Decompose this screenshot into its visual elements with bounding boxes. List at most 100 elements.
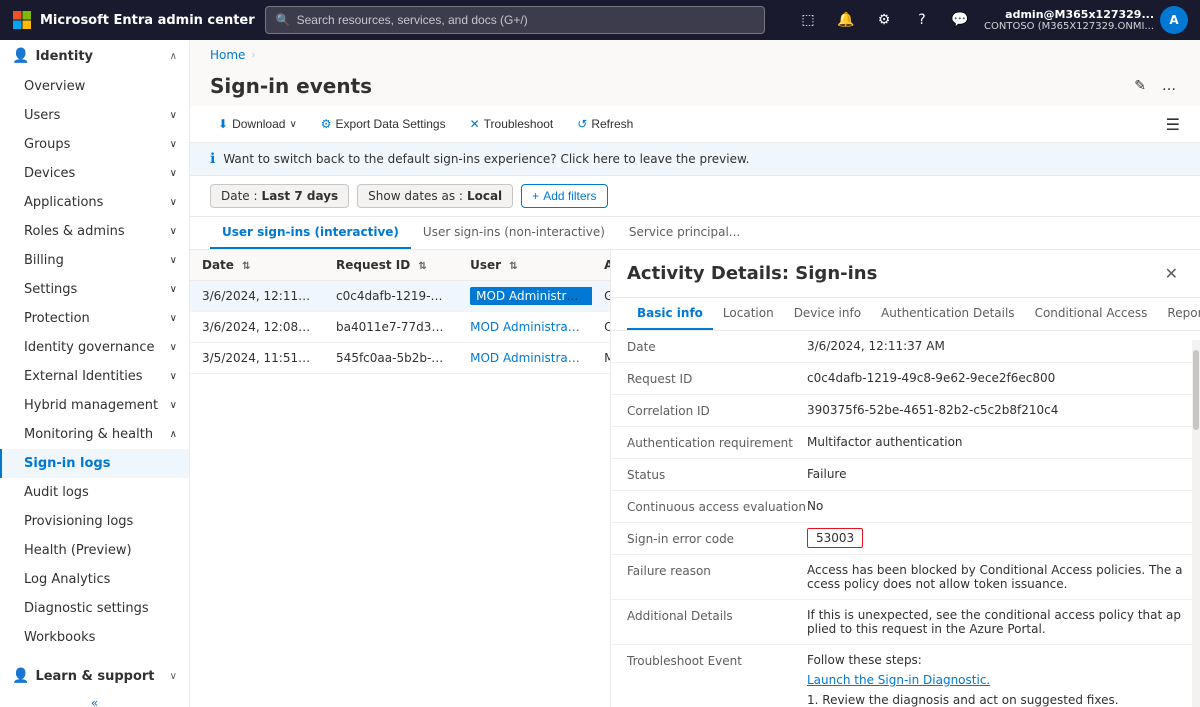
applications-chevron-icon: ∨ <box>170 197 177 208</box>
sidebar-item-users[interactable]: Users ∨ <box>0 101 189 130</box>
tab-non-interactive[interactable]: User sign-ins (non-interactive) <box>411 217 617 249</box>
sidebar-item-diagnostic-settings[interactable]: Diagnostic settings <box>0 594 189 623</box>
sidebar-item-health-preview[interactable]: Health (Preview) <box>0 536 189 565</box>
help-icon[interactable]: ? <box>908 6 936 34</box>
edit-icon[interactable]: ✎ <box>1130 74 1150 98</box>
panel-tab-report-only[interactable]: Report-only <box>1157 298 1200 330</box>
add-filter-label: Add filters <box>543 189 596 203</box>
sidebar-item-roles[interactable]: Roles & admins ∨ <box>0 217 189 246</box>
sidebar-item-devices[interactable]: Devices ∨ <box>0 159 189 188</box>
search-input[interactable] <box>297 13 754 27</box>
row2-user: MOD Administrator <box>458 312 592 343</box>
add-filters-button[interactable]: + Add filters <box>521 184 607 208</box>
detail-label-status: Status <box>627 467 807 482</box>
settings-chevron-icon: ∨ <box>170 284 177 295</box>
panel-tab-location-label: Location <box>723 306 774 320</box>
sidebar-item-applications-label: Applications <box>24 195 103 210</box>
identity-section-icon: 👤 <box>12 48 29 64</box>
sidebar-item-monitoring[interactable]: Monitoring & health ∧ <box>0 420 189 449</box>
sidebar-item-diagnostic-settings-label: Diagnostic settings <box>24 601 149 616</box>
portal-settings-icon[interactable]: ⬚ <box>794 6 822 34</box>
microsoft-logo-icon <box>12 10 32 30</box>
user-tenant: CONTOSO (M365X127329.ONMI... <box>984 21 1154 32</box>
launch-diagnostic-link[interactable]: Launch the Sign-in Diagnostic. <box>807 673 990 687</box>
feedback-icon[interactable]: 💬 <box>946 6 974 34</box>
sidebar-item-protection[interactable]: Protection ∨ <box>0 304 189 333</box>
download-button[interactable]: ⬇ Download ∨ <box>210 112 305 136</box>
sidebar: 👤 Identity ∧ Overview Users ∨ Groups ∨ D… <box>0 40 190 707</box>
sidebar-section-identity[interactable]: 👤 Identity ∧ <box>0 40 189 72</box>
col-request-id[interactable]: Request ID ⇅ <box>324 250 458 281</box>
hybrid-management-chevron-icon: ∨ <box>170 400 177 411</box>
panel-header: Activity Details: Sign-ins ✕ <box>611 250 1200 298</box>
show-dates-value: Local <box>467 189 502 203</box>
show-dates-filter-chip[interactable]: Show dates as : Local <box>357 184 513 208</box>
date-filter-chip[interactable]: Date : Last 7 days <box>210 184 349 208</box>
sidebar-item-settings[interactable]: Settings ∨ <box>0 275 189 304</box>
protection-chevron-icon: ∨ <box>170 313 177 324</box>
sidebar-item-identity-governance-label: Identity governance <box>24 340 155 355</box>
error-code-badge: 53003 <box>807 528 863 548</box>
detail-value-continuous-access: No <box>807 499 1184 513</box>
sidebar-item-overview[interactable]: Overview <box>0 72 189 101</box>
sidebar-collapse-icon[interactable]: « <box>91 696 98 707</box>
row1-user-link[interactable]: MOD Administrator <box>470 287 592 305</box>
user-avatar[interactable]: A <box>1160 6 1188 34</box>
sidebar-section-learn-support[interactable]: 👤 Learn & support ∨ <box>0 660 189 692</box>
sidebar-item-sign-in-logs-label: Sign-in logs <box>24 456 110 471</box>
detail-row-failure-reason: Failure reason Access has been blocked b… <box>611 555 1200 600</box>
refresh-button[interactable]: ↺ Refresh <box>569 112 641 136</box>
more-options-icon[interactable]: … <box>1158 74 1180 98</box>
page-title: Sign-in events <box>210 74 372 98</box>
panel-close-button[interactable]: ✕ <box>1159 262 1184 285</box>
settings-icon[interactable]: ⚙ <box>870 6 898 34</box>
user-info[interactable]: admin@M365x127329... CONTOSO (M365X12732… <box>984 6 1188 34</box>
col-user[interactable]: User ⇅ <box>458 250 592 281</box>
panel-tab-location[interactable]: Location <box>713 298 784 330</box>
user-sort-icon: ⇅ <box>509 261 517 272</box>
sidebar-item-sign-in-logs[interactable]: Sign-in logs <box>0 449 189 478</box>
panel-tab-device-info[interactable]: Device info <box>784 298 871 330</box>
panel-content: Date 3/6/2024, 12:11:37 AM Request ID c0… <box>611 331 1200 707</box>
col-app[interactable]: Applica... <box>592 250 610 281</box>
sidebar-item-identity-governance[interactable]: Identity governance ∨ <box>0 333 189 362</box>
sidebar-item-overview-label: Overview <box>24 79 85 94</box>
tab-non-interactive-label: User sign-ins (non-interactive) <box>423 225 605 239</box>
detail-label-date: Date <box>627 339 807 354</box>
sidebar-item-devices-label: Devices <box>24 166 75 181</box>
sidebar-item-log-analytics[interactable]: Log Analytics <box>0 565 189 594</box>
add-filter-icon: + <box>532 189 539 203</box>
table-row[interactable]: 3/5/2024, 11:51:24 PM 545fc0aa-5b2b-47aa… <box>190 343 610 374</box>
notifications-icon[interactable]: 🔔 <box>832 6 860 34</box>
sidebar-item-audit-logs[interactable]: Audit logs <box>0 478 189 507</box>
tab-interactive[interactable]: User sign-ins (interactive) <box>210 217 411 249</box>
troubleshoot-button[interactable]: ✕ Troubleshoot <box>462 112 562 136</box>
detail-row-date: Date 3/6/2024, 12:11:37 AM <box>611 331 1200 363</box>
breadcrumb-home-link[interactable]: Home <box>210 48 245 62</box>
column-options-icon[interactable]: ☰ <box>1166 115 1180 134</box>
table-row[interactable]: 3/6/2024, 12:08:50 AM ba4011e7-77d3-40e5… <box>190 312 610 343</box>
content-area: Home › Sign-in events ✎ … ⬇ Download ∨ ⚙… <box>190 40 1200 707</box>
sidebar-item-workbooks-label: Workbooks <box>24 630 95 645</box>
sidebar-item-applications[interactable]: Applications ∨ <box>0 188 189 217</box>
panel-tab-basic-info-label: Basic info <box>637 306 703 320</box>
table-row[interactable]: 3/6/2024, 12:11:37 AM c0c4dafb-1219-49c8… <box>190 281 610 312</box>
sidebar-item-groups[interactable]: Groups ∨ <box>0 130 189 159</box>
sidebar-item-billing[interactable]: Billing ∨ <box>0 246 189 275</box>
sidebar-item-provisioning-logs[interactable]: Provisioning logs <box>0 507 189 536</box>
user-display-name: admin@M365x127329... <box>984 8 1154 21</box>
tab-service-principal-label: Service principal... <box>629 225 740 239</box>
panel-tab-auth-details[interactable]: Authentication Details <box>871 298 1025 330</box>
sidebar-item-hybrid-management[interactable]: Hybrid management ∨ <box>0 391 189 420</box>
col-date[interactable]: Date ⇅ <box>190 250 324 281</box>
sidebar-item-external-identities[interactable]: External Identities ∨ <box>0 362 189 391</box>
panel-tab-basic-info[interactable]: Basic info <box>627 298 713 330</box>
search-bar[interactable]: 🔍 <box>265 6 765 34</box>
export-icon: ⚙ <box>321 117 332 131</box>
panel-tab-conditional-access[interactable]: Conditional Access <box>1025 298 1158 330</box>
app-title: Microsoft Entra admin center <box>40 13 255 28</box>
detail-row-auth-requirement: Authentication requirement Multifactor a… <box>611 427 1200 459</box>
tab-service-principal[interactable]: Service principal... <box>617 217 752 249</box>
sidebar-item-workbooks[interactable]: Workbooks <box>0 623 189 652</box>
export-data-settings-button[interactable]: ⚙ Export Data Settings <box>313 112 454 136</box>
